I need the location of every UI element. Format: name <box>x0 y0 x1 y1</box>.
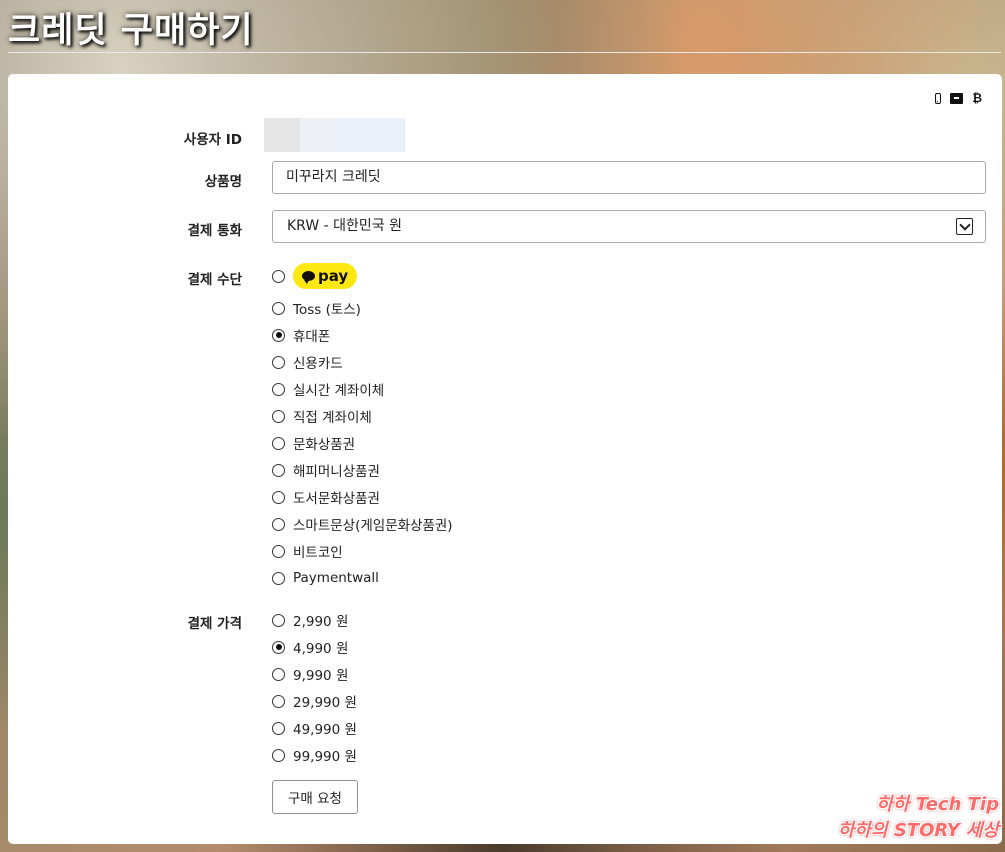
purchase-request-button[interactable]: 구매 요청 <box>272 780 358 814</box>
radio-button[interactable] <box>272 463 285 477</box>
radio-button[interactable] <box>272 571 285 585</box>
title-divider <box>8 52 1001 53</box>
watermark-line-2: 하하의 STORY 세상 <box>837 820 999 841</box>
method-option-culture-voucher[interactable]: 문화상품권 <box>272 433 355 453</box>
method-option-paymentwall[interactable]: Paymentwall <box>272 568 379 588</box>
mobile-icon <box>935 93 942 104</box>
method-label: 비트코인 <box>293 545 343 561</box>
method-label: 휴대폰 <box>293 329 331 345</box>
method-option-realtime-transfer[interactable]: 실시간 계좌이체 <box>272 379 384 399</box>
method-label: 실시간 계좌이체 <box>293 383 385 399</box>
radio-button[interactable] <box>272 640 285 654</box>
method-label: Toss (토스) <box>293 302 361 318</box>
currency-label: 결제 통화 <box>187 223 242 239</box>
price-text: 9,990 원 <box>293 668 349 684</box>
method-option-toss[interactable]: Toss (토스) <box>272 298 361 318</box>
method-option-happymoney[interactable]: 해피머니상품권 <box>272 460 380 480</box>
price-option-99990[interactable]: 99,990 원 <box>272 745 357 765</box>
price-text: 29,990 원 <box>293 695 357 711</box>
price-option-4990[interactable]: 4,990 원 <box>272 637 348 657</box>
radio-button[interactable] <box>272 409 285 423</box>
radio-button[interactable] <box>272 355 285 369</box>
price-option-49990[interactable]: 49,990 원 <box>272 718 357 738</box>
radio-button[interactable] <box>272 382 285 396</box>
currency-selected-value: KRW - 대한민국 원 <box>287 218 402 234</box>
method-label: Paymentwall <box>293 570 379 586</box>
payment-method-label: 결제 수단 <box>187 272 242 288</box>
method-label: 직접 계좌이체 <box>293 410 372 426</box>
price-text: 4,990 원 <box>293 641 349 657</box>
radio-button[interactable] <box>272 301 285 315</box>
purchase-form-panel: ₿ 사용자 ID 상품명 미꾸라지 크레딧 결제 통화 KRW - 대한민국 원… <box>8 74 1002 844</box>
method-label: 스마트문상(게임문화상품권) <box>293 518 453 534</box>
payment-type-icons: ₿ <box>935 91 982 105</box>
kakaopay-logo: pay <box>293 263 358 289</box>
user-id-value-redacted <box>264 118 405 152</box>
method-option-credit-card[interactable]: 신용카드 <box>272 352 343 372</box>
method-label: 신용카드 <box>293 356 343 372</box>
currency-select[interactable]: KRW - 대한민국 원 <box>272 210 986 243</box>
card-icon <box>950 93 964 104</box>
radio-button[interactable] <box>272 269 285 283</box>
price-option-29990[interactable]: 29,990 원 <box>272 691 357 711</box>
price-option-9990[interactable]: 9,990 원 <box>272 664 348 684</box>
price-text: 99,990 원 <box>293 749 357 765</box>
watermark-line-1: 하하 Tech Tip <box>876 794 999 815</box>
radio-button[interactable] <box>272 748 285 762</box>
page-title: 크레딧 구매하기 <box>8 11 254 51</box>
method-option-phone[interactable]: 휴대폰 <box>272 325 330 345</box>
user-id-label: 사용자 ID <box>183 132 242 148</box>
radio-button[interactable] <box>272 721 285 735</box>
radio-button[interactable] <box>272 667 285 681</box>
method-label: 해피머니상품권 <box>293 464 380 480</box>
price-text: 49,990 원 <box>293 722 357 738</box>
radio-button[interactable] <box>272 490 285 504</box>
method-option-book-voucher[interactable]: 도서문화상품권 <box>272 487 380 507</box>
product-label: 상품명 <box>204 174 242 190</box>
product-name-field[interactable]: 미꾸라지 크레딧 <box>272 161 986 194</box>
watermark: 하하 Tech Tip 하하의 STORY 세상 <box>838 792 999 844</box>
radio-button[interactable] <box>272 328 285 342</box>
price-option-2990[interactable]: 2,990 원 <box>272 610 348 630</box>
method-option-bitcoin[interactable]: 비트코인 <box>272 541 343 561</box>
radio-button[interactable] <box>272 694 285 708</box>
radio-button[interactable] <box>272 436 285 450</box>
method-label: 도서문화상품권 <box>293 491 380 507</box>
method-option-smart-voucher[interactable]: 스마트문상(게임문화상품권) <box>272 514 453 534</box>
chevron-down-icon[interactable] <box>956 218 973 235</box>
price-text: 2,990 원 <box>293 614 349 630</box>
radio-button[interactable] <box>272 517 285 531</box>
price-label: 결제 가격 <box>187 616 242 632</box>
method-label: 문화상품권 <box>293 437 356 453</box>
method-option-direct-transfer[interactable]: 직접 계좌이체 <box>272 406 372 426</box>
speech-bubble-icon <box>302 271 315 284</box>
bitcoin-icon: ₿ <box>972 91 982 105</box>
radio-button[interactable] <box>272 544 285 558</box>
method-option-kakaopay[interactable]: pay <box>272 263 358 289</box>
radio-button[interactable] <box>272 613 285 627</box>
